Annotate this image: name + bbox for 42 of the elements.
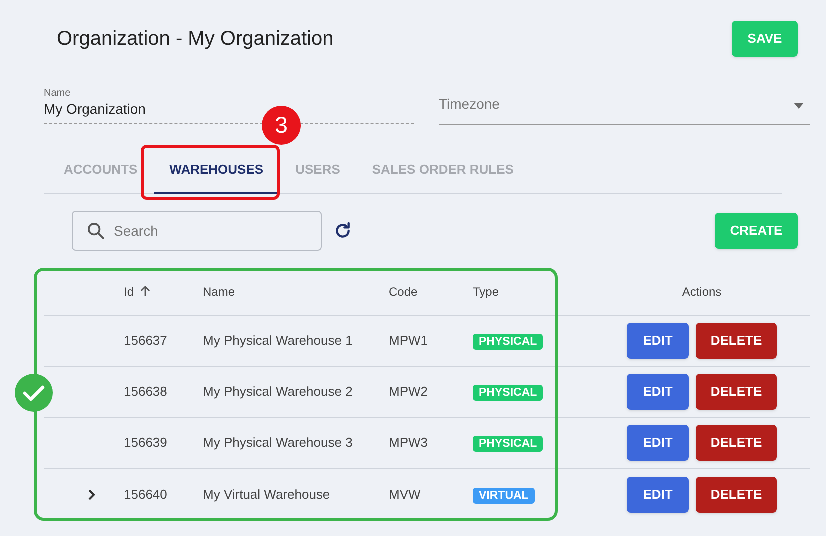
refresh-icon[interactable] (333, 221, 353, 241)
check-icon (15, 374, 53, 412)
column-header[interactable]: Id (124, 282, 134, 300)
type-tag: PHYSICAL (473, 436, 544, 452)
step-badge: 3 (262, 106, 301, 145)
delete-button[interactable]: DELETE (696, 425, 777, 461)
table-cell: 156638 (124, 384, 168, 400)
field-label: Name (44, 88, 71, 100)
search-input[interactable]: Search (114, 220, 304, 242)
table-cell: 156637 (124, 333, 168, 348)
table-cell: MPW2 (389, 384, 428, 400)
table-cell: MVW (389, 486, 421, 502)
sort-up-icon[interactable] (140, 286, 152, 297)
table-cell: My Physical Warehouse 1 (203, 333, 353, 348)
tab[interactable]: WAREHOUSES (154, 148, 280, 194)
search-field[interactable]: Search (72, 211, 322, 251)
table-cell: 156639 (124, 435, 168, 450)
type-tag: PHYSICAL (473, 334, 544, 350)
table-cell: My Physical Warehouse 2 (203, 384, 353, 400)
edit-button[interactable]: EDIT (627, 425, 689, 461)
table-cell: MPW1 (389, 333, 428, 348)
edit-button[interactable]: EDIT (627, 323, 689, 359)
edit-button[interactable]: EDIT (627, 476, 689, 512)
edit-button[interactable]: EDIT (627, 374, 689, 410)
dropdown-caret-icon (794, 103, 804, 109)
column-header[interactable]: Actions (682, 282, 722, 300)
search-icon (86, 221, 106, 241)
delete-button[interactable]: DELETE (696, 323, 777, 359)
timezone-select[interactable]: Timezone (439, 94, 620, 118)
table-cell: My Physical Warehouse 3 (203, 435, 353, 450)
chevron-right-icon[interactable] (88, 488, 96, 500)
column-header[interactable]: Name (203, 282, 236, 300)
table-cell: My Virtual Warehouse (203, 486, 330, 502)
delete-button[interactable]: DELETE (696, 476, 777, 512)
column-header[interactable]: Code (389, 282, 418, 300)
table-cell: MPW3 (389, 435, 428, 450)
type-tag: VIRTUAL (473, 488, 535, 504)
page-title: Organization - My Organization (57, 27, 334, 52)
delete-button[interactable]: DELETE (696, 374, 777, 410)
column-header[interactable]: Type (473, 282, 500, 300)
type-tag: PHYSICAL (473, 385, 544, 402)
table-cell: 156640 (124, 486, 168, 502)
